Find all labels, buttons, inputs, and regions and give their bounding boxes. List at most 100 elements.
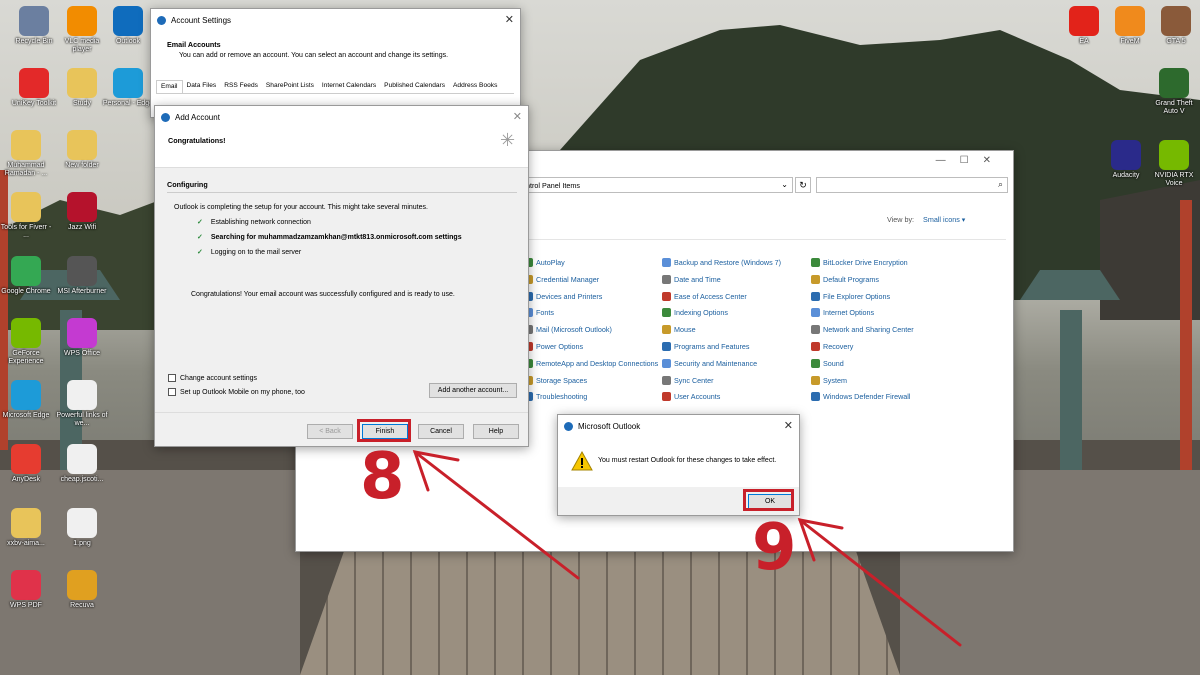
control-panel-item[interactable]: Windows Defender Firewall [811,392,910,402]
desktop-icon[interactable]: Study [56,68,108,108]
close-icon[interactable]: ✕ [505,13,514,26]
desktop-icon[interactable]: Audacity [1100,140,1152,180]
desktop-icon[interactable]: Grand Theft Auto V [1148,68,1200,116]
desktop-icon[interactable]: GTA 5 [1150,6,1200,46]
setup-mobile-option[interactable]: Set up Outlook Mobile on my phone, too [168,388,305,396]
back-button[interactable]: < Back [307,424,353,439]
success-message: Congratulations! Your email account was … [191,291,455,298]
control-panel-item-label: Recovery [823,342,854,351]
desktop-icon[interactable]: Recuva [56,570,108,610]
control-panel-item[interactable]: Power Options [524,342,583,351]
control-panel-item[interactable]: Sound [811,358,844,368]
account-settings-window[interactable]: Account Settings ✕ Email Accounts You ca… [150,8,521,118]
tab-address-books[interactable]: Address Books [449,80,501,93]
chevron-down-icon[interactable]: ⌄ [781,180,788,189]
desktop-icon[interactable]: Outlook [102,6,154,46]
control-panel-item[interactable]: Security and Maintenance [662,358,757,368]
control-panel-item[interactable]: RemoteApp and Desktop Connections [524,358,658,368]
tab-published-calendars[interactable]: Published Calendars [380,80,449,93]
change-account-settings-option[interactable]: Change account settings [168,374,257,382]
address-bar[interactable]: ntrol Panel Items ⌄ [521,177,793,193]
control-panel-item[interactable]: Internet Options [811,308,874,318]
desktop-icon[interactable]: WPS PDF [0,570,52,610]
control-panel-item[interactable]: Backup and Restore (Windows 7) [662,258,781,267]
control-panel-item-icon [811,375,820,385]
change-settings-checkbox[interactable] [168,374,176,382]
control-panel-item[interactable]: Date and Time [662,274,721,284]
desktop-icon[interactable]: AnyDesk [0,444,52,484]
desktop-icon[interactable]: UniKey Toolkit [8,68,60,108]
close-icon[interactable]: ✕ [784,419,793,432]
control-panel-item[interactable]: File Explorer Options [811,291,890,301]
desktop-icon[interactable]: Tools for Fiverr - ... [0,192,52,240]
desktop-icon[interactable]: NVIDIA RTX Voice [1148,140,1200,188]
tab-email[interactable]: Email [156,80,183,93]
desktop-icon[interactable]: WPS Office [56,318,108,358]
control-panel-item[interactable]: Mail (Microsoft Outlook) [524,325,612,335]
help-button[interactable]: Help [473,424,519,439]
desktop-icon[interactable]: VLC media player [56,6,108,54]
dialog-title: Microsoft Outlook [578,421,641,431]
add-account-window[interactable]: Add Account ✕ Congratulations! ✳ Configu… [154,105,529,447]
control-panel-item[interactable]: Indexing Options [662,308,728,318]
control-panel-item[interactable]: Devices and Printers [524,291,602,301]
close-icon[interactable]: ✕ [983,155,1005,166]
desktop-icon-label: Jazz Wifi [68,224,96,231]
close-icon[interactable]: ✕ [513,110,522,123]
control-panel-item[interactable]: AutoPlay [524,258,565,267]
desktop-icon[interactable]: Muhammad Ramadan - ... [0,130,52,178]
control-panel-item[interactable]: Credential Manager [524,274,599,284]
desktop-icon[interactable]: FiveM [1104,6,1156,46]
control-panel-item-label: System [823,375,847,385]
control-panel-item[interactable]: BitLocker Drive Encryption [811,258,908,267]
view-by-dropdown[interactable]: Small icons ▾ [923,215,965,224]
control-panel-item[interactable]: System [811,375,847,385]
desktop-icon[interactable]: EA [1058,6,1110,46]
control-panel-item[interactable]: Storage Spaces [524,375,587,385]
edge-icon [113,68,143,98]
search-input[interactable]: ⌕ [816,177,1008,193]
control-panel-item[interactable]: Ease of Access Center [662,291,747,301]
outlook-icon [564,421,573,431]
desktop-icon[interactable]: New folder [56,130,108,170]
desktop-icon[interactable]: GeForce Experience [0,318,52,366]
add-another-account-button[interactable]: Add another account... [429,383,517,398]
desktop-icon[interactable]: Microsoft Edge [0,380,52,420]
setup-mobile-checkbox[interactable] [168,388,176,396]
tab-sharepoint-lists[interactable]: SharePoint Lists [262,80,318,93]
control-panel-item[interactable]: Programs and Features [662,342,750,351]
checkmark-icon: ✓ [197,249,203,256]
setup-step-text: Searching for muhammadzamzamkhan@mtkt813… [210,234,462,241]
tab-internet-calendars[interactable]: Internet Calendars [318,80,380,93]
chrome-icon [11,256,41,286]
control-panel-item[interactable]: Recovery [811,342,853,351]
minimize-icon[interactable]: — [936,155,960,166]
control-panel-item-icon [662,392,671,402]
anydesk-icon [11,444,41,474]
control-panel-item[interactable]: Troubleshooting [524,392,587,402]
tab-data-files[interactable]: Data Files [183,80,221,93]
desktop-icon[interactable]: Personal - Edge [102,68,154,108]
desktop-icon-label: VLC media player [64,38,100,54]
desktop-icon[interactable]: Google Chrome [0,256,52,296]
desktop-icon[interactable]: Powerful links of we... [56,380,108,428]
desktop-icon[interactable]: cheap.jscoti... [56,444,108,484]
desktop-icon-label: Study [73,100,91,107]
maximize-icon[interactable]: ☐ [960,155,983,166]
desktop-icon-label: Outlook [115,38,141,45]
desktop-icon-label: xxbv-aima... [7,540,45,547]
control-panel-item[interactable]: Sync Center [662,375,714,385]
control-panel-item[interactable]: Network and Sharing Center [811,325,914,335]
control-panel-item[interactable]: User Accounts [662,392,720,402]
desktop-icon[interactable]: MSI Afterburner [56,256,108,296]
control-panel-item[interactable]: Mouse [662,325,696,335]
control-panel-item[interactable]: Default Programs [811,274,879,284]
desktop-icon[interactable]: xxbv-aima... [0,508,52,548]
desktop-icon[interactable]: Jazz Wifi [56,192,108,232]
cancel-button[interactable]: Cancel [418,424,464,439]
refresh-button[interactable]: ↻ [795,177,811,193]
fivem-icon [1115,6,1145,36]
desktop-icon[interactable]: 1.png [56,508,108,548]
tab-rss-feeds[interactable]: RSS Feeds [220,80,262,93]
desktop-icon[interactable]: Recycle Bin [8,6,60,46]
